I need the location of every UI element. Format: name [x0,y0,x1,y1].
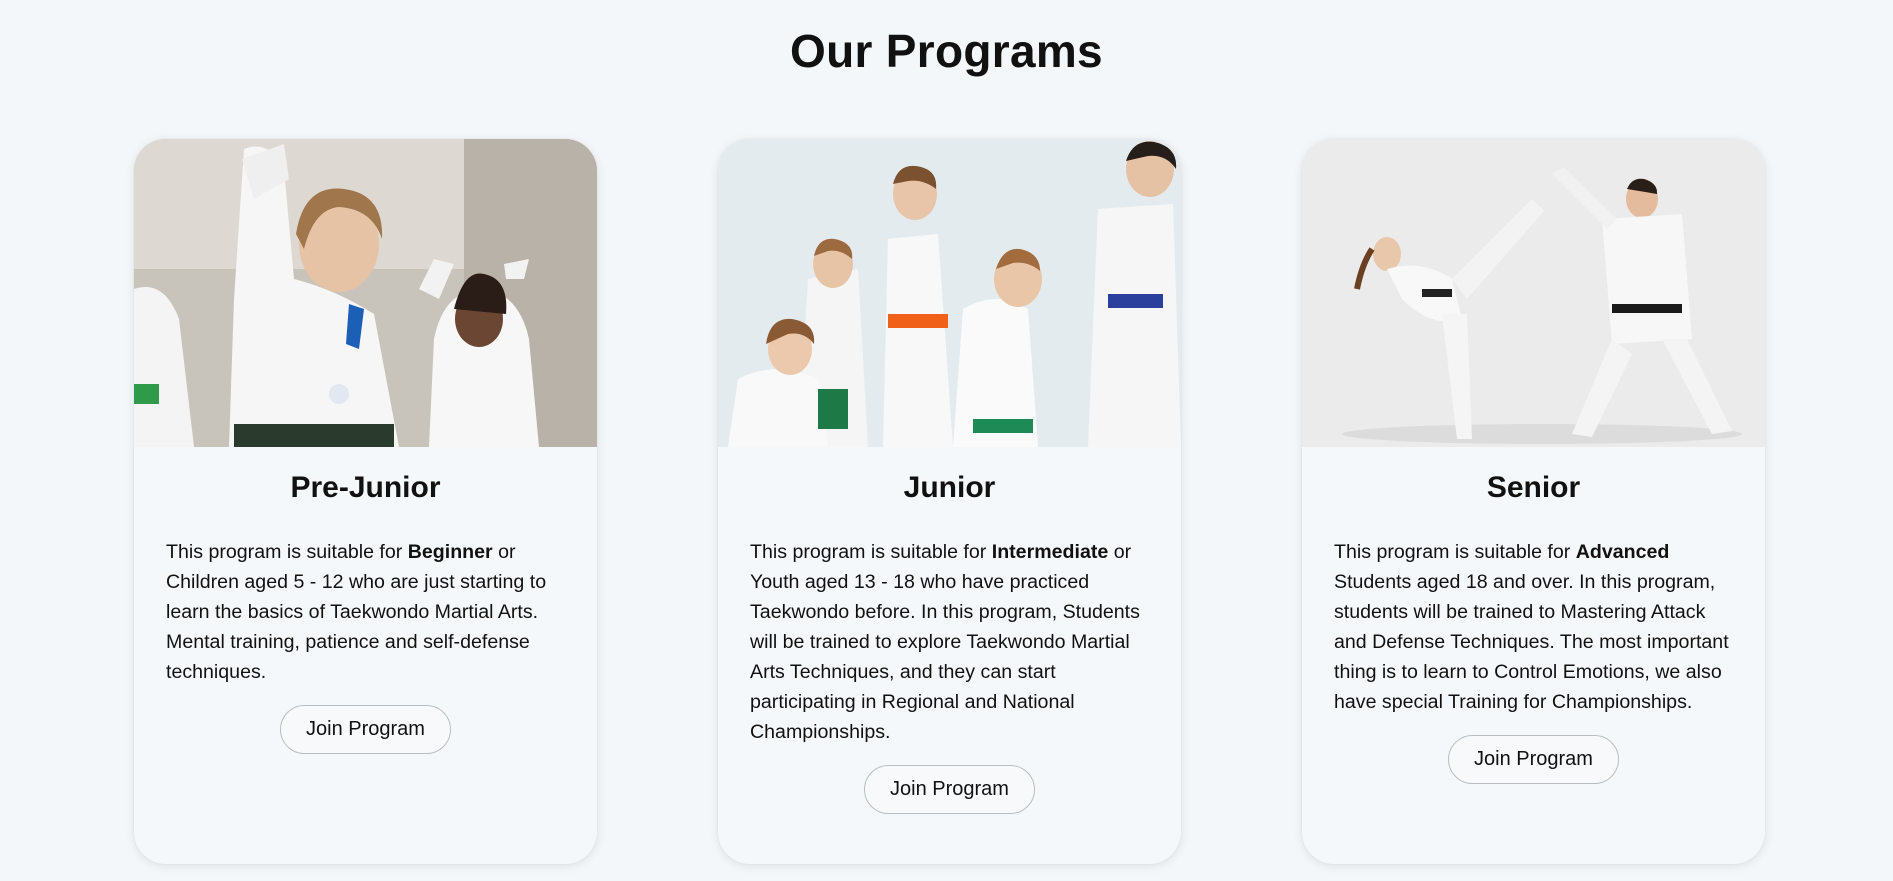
card-description: This program is suitable for Advanced St… [1334,537,1733,717]
description-text: This program is suitable for [1334,541,1576,563]
program-card-pre-junior: Pre-Junior This program is suitable for … [134,139,597,864]
description-text: Students aged 18 and over. In this progr… [1334,571,1729,713]
join-program-button[interactable]: Join Program [1448,735,1619,784]
level-label: Intermediate [991,541,1109,563]
card-title: Senior [1486,471,1581,504]
program-card-senior: Senior This program is suitable for Adva… [1302,139,1765,864]
card-description: This program is suitable for Intermediat… [750,537,1149,747]
join-program-button[interactable]: Join Program [280,705,451,754]
card-title: Pre-Junior [290,471,441,504]
description-text: This program is suitable for [166,541,408,563]
senior-photo [1302,139,1765,447]
card-description: This program is suitable for Beginner or… [166,537,565,687]
card-title: Junior [903,471,996,504]
pre-junior-photo [134,139,597,447]
junior-photo [718,139,1181,447]
join-program-button[interactable]: Join Program [864,765,1035,814]
level-label: Beginner [407,541,493,563]
level-label: Advanced [1575,541,1670,563]
description-text: or Youth aged 13 - 18 who have practiced… [750,541,1140,743]
program-card-junior: Junior This program is suitable for Inte… [718,139,1181,864]
description-text: This program is suitable for [750,541,992,563]
page-title: Our Programs [790,25,1103,77]
